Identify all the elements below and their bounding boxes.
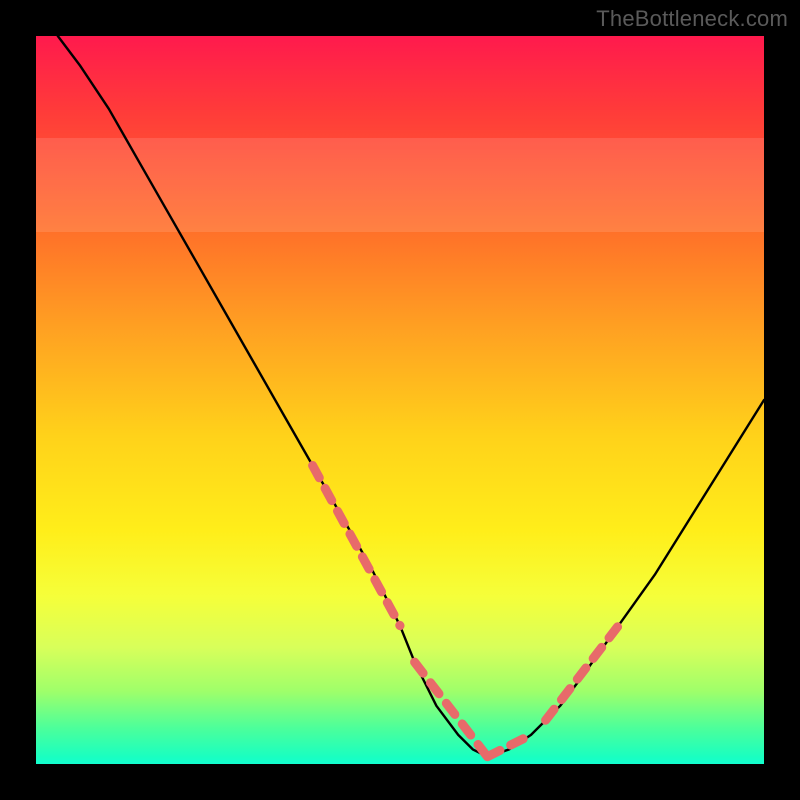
watermark-text: TheBottleneck.com — [596, 6, 788, 32]
dash-seg-1 — [415, 662, 488, 757]
chart-stage: TheBottleneck.com — [0, 0, 800, 800]
dash-seg-3 — [546, 626, 619, 721]
dash-seg-2 — [487, 735, 531, 757]
curve-layer — [36, 36, 764, 764]
dash-seg-0 — [313, 466, 400, 626]
bottleneck-curve — [58, 36, 764, 757]
plot-area — [36, 36, 764, 764]
